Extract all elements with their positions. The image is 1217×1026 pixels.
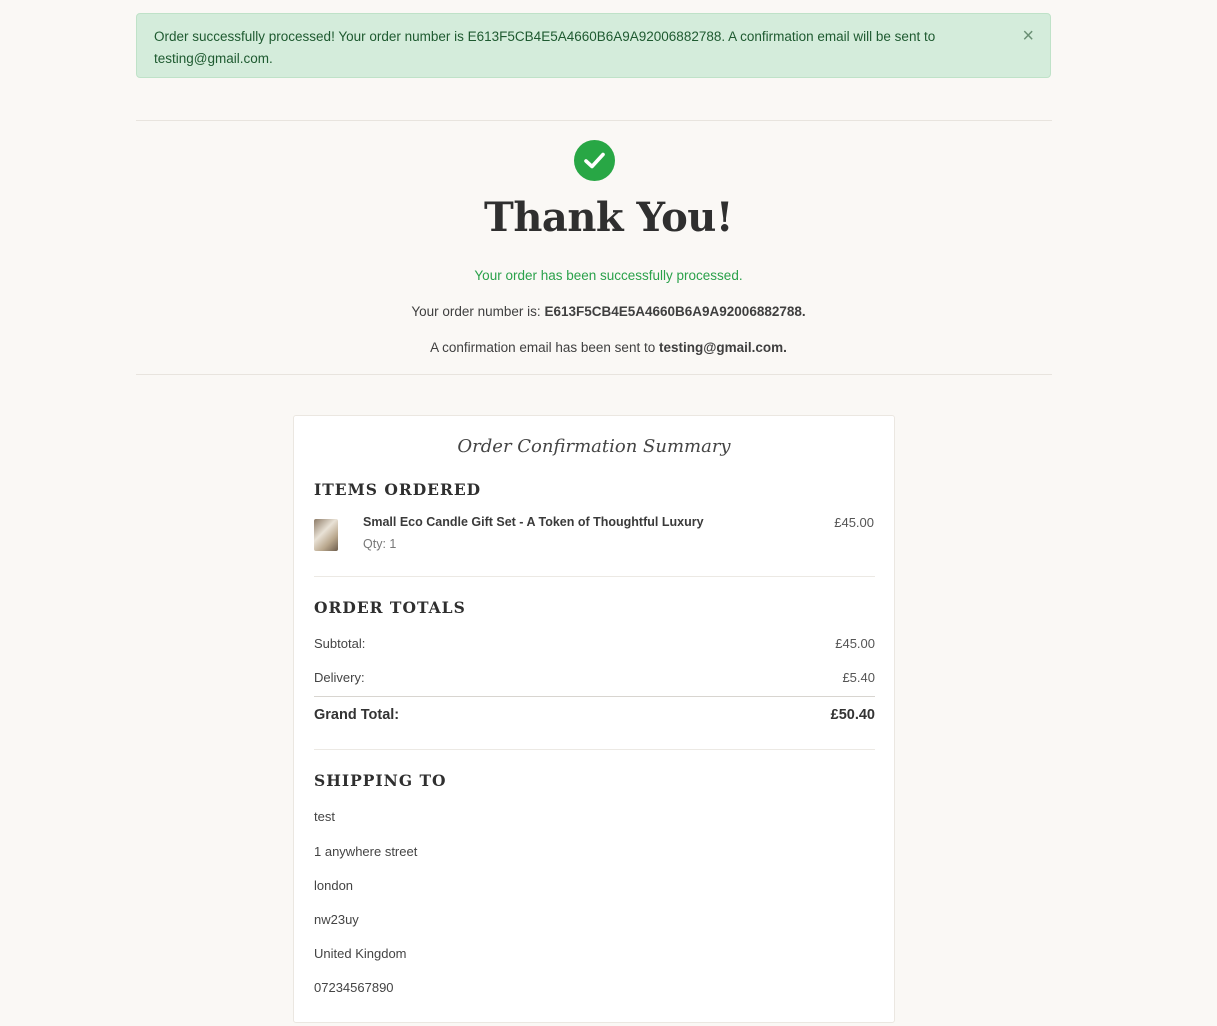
email-label: A confirmation email has been sent to [430,340,659,355]
success-alert: Order successfully processed! Your order… [136,13,1051,78]
shipping-country: United Kingdom [314,946,407,961]
subtotal-value: £45.00 [835,636,875,651]
summary-title: Order Confirmation Summary [457,436,731,457]
order-summary-card: Order Confirmation Summary Items Ordered… [293,415,895,1023]
shipping-phone: 07234567890 [314,980,394,995]
order-totals-heading: Order Totals [314,598,466,617]
subtotal-row: Subtotal: £45.00 [314,636,875,651]
shipping-postcode: nw23uy [314,912,359,927]
delivery-label: Delivery: [314,670,365,685]
divider [314,696,875,697]
confirmation-email: testing@gmail.com. [658,340,787,355]
shipping-name: test [314,809,335,824]
divider [136,374,1052,375]
divider [136,120,1052,121]
close-icon[interactable]: × [1022,26,1034,46]
check-circle-icon [574,140,615,181]
product-thumbnail [314,519,338,551]
shipping-city: london [314,878,354,893]
subtotal-label: Subtotal: [314,636,366,651]
item-name: Small Eco Candle Gift Set - A Token of T… [363,515,704,529]
shipping-street: 1 anywhere street [314,844,418,859]
divider [314,576,875,577]
divider [314,749,875,750]
success-message: Your order has been successfully process… [474,268,743,283]
item-quantity: Qty: 1 [363,537,397,551]
items-ordered-heading: Items Ordered [314,480,482,499]
item-price: £45.00 [834,515,874,530]
alert-message: Order successfully processed! Your order… [154,29,936,66]
grand-total-label: Grand Total: [314,707,400,723]
page-title: Thank You! [484,194,733,241]
grand-total-value: £50.40 [830,707,875,723]
grand-total-row: Grand Total: £50.40 [314,707,875,723]
shipping-heading: Shipping To [314,771,447,790]
order-number-line: Your order number is: E613F5CB4E5A4660B6… [0,304,1217,319]
delivery-row: Delivery: £5.40 [314,670,875,685]
delivery-value: £5.40 [842,670,875,685]
order-number: E613F5CB4E5A4660B6A9A92006882788. [544,304,806,319]
confirmation-email-line: A confirmation email has been sent to te… [0,340,1217,355]
order-number-label: Your order number is: [411,304,545,319]
